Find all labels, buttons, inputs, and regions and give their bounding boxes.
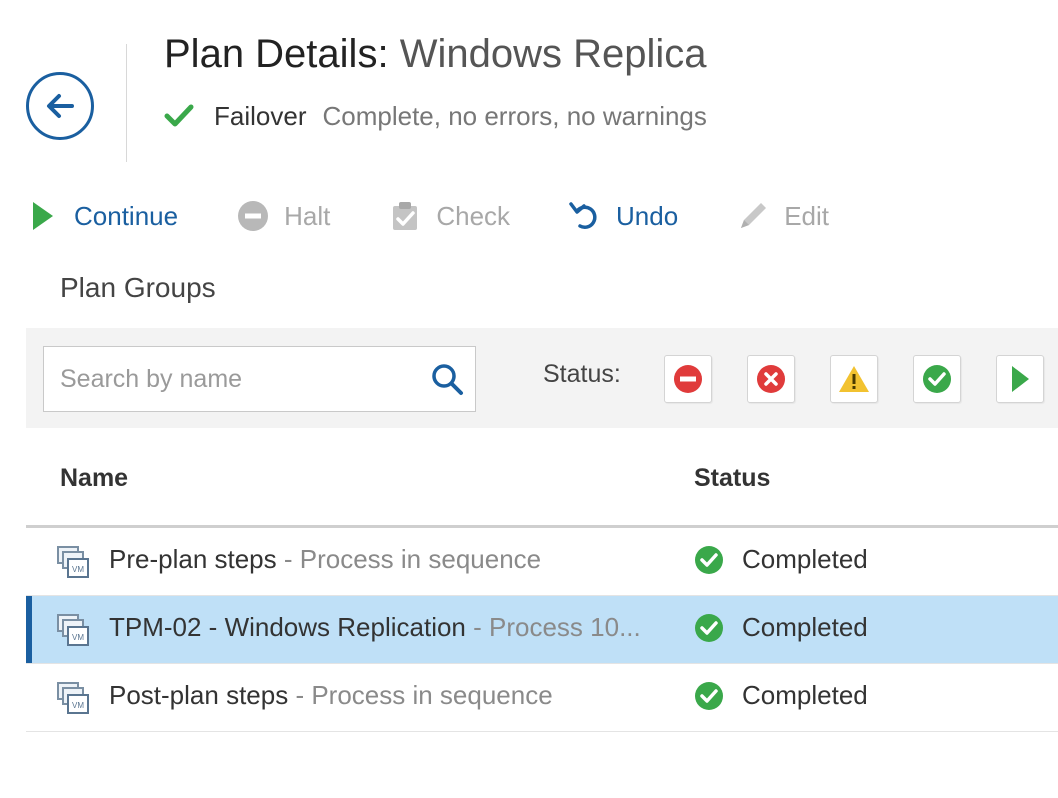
arrow-left-icon [47,94,74,118]
play-icon [1012,366,1029,392]
row-status: Completed [742,612,868,642]
clipboard-check-icon [388,199,422,233]
plan-name: Windows Replica [399,32,707,76]
error-x-icon [757,365,785,393]
search-box [43,346,476,412]
svg-text:VM: VM [72,701,84,710]
play-icon [26,199,60,233]
column-header-status[interactable]: Status [694,464,770,493]
row-status-cell: Completed [694,612,868,643]
warning-icon [839,366,869,392]
row-description: Process in sequence [299,544,542,574]
halt-icon [236,199,270,233]
undo-label: Undo [616,200,679,231]
row-description: Process 10... [489,612,641,642]
row-description: Process in sequence [311,680,553,710]
undo-icon [568,199,602,233]
filter-warning-button[interactable] [830,355,878,403]
row-name: Pre-plan steps [109,544,277,574]
row-name-cell: TPM-02 - Windows Replication - Process 1… [109,612,657,643]
check-circle-icon [695,545,723,574]
operation-status: Complete, no errors, no warnings [322,100,707,131]
halt-icon [674,365,702,393]
continue-label: Continue [74,200,179,231]
undo-button[interactable]: Undo [568,199,678,233]
filter-running-button[interactable] [996,355,1044,403]
check-circle-icon [695,681,723,710]
plan-groups-table: Name Status VM Pre-plan steps - Process … [26,450,1058,732]
vm-group-icon: VM [57,614,89,646]
row-status-cell: Completed [694,544,868,575]
vm-group-icon: VM [57,682,89,714]
row-status: Completed [742,544,868,574]
svg-text:VM: VM [72,565,84,574]
filter-error-button[interactable] [747,355,795,403]
header-divider [126,44,127,162]
check-label: Check [436,200,511,231]
title-prefix: Plan Details: [164,32,389,76]
search-icon[interactable] [429,361,465,397]
row-name: TPM-02 - Windows Replication [109,612,466,642]
filter-bar: Status: [26,328,1058,428]
table-row[interactable]: VM Post-plan steps - Process in sequence… [26,664,1058,732]
row-separator: - [288,680,312,710]
section-title: Plan Groups [60,272,216,303]
check-circle-icon [695,613,723,642]
pencil-icon [736,199,770,233]
edit-label: Edit [784,200,829,231]
check-circle-icon [923,365,951,393]
svg-text:VM: VM [72,633,84,642]
check-button[interactable]: Check [388,199,510,233]
checkmark-icon [164,104,194,127]
row-name-cell: Post-plan steps - Process in sequence [109,680,657,711]
table-row[interactable]: VM Pre-plan steps - Process in sequence … [26,528,1058,596]
row-status: Completed [742,680,868,710]
vm-group-icon: VM [57,546,89,578]
operation-label: Failover [214,100,307,131]
toolbar: Continue Halt Check Undo Edit [26,192,887,240]
table-row[interactable]: VM TPM-02 - Windows Replication - Proces… [26,596,1058,664]
edit-button[interactable]: Edit [736,199,829,233]
row-status-cell: Completed [694,680,868,711]
halt-button[interactable]: Halt [236,199,330,233]
plan-status-summary: Failover Complete, no errors, no warning… [164,98,707,134]
row-name: Post-plan steps [109,680,289,710]
continue-button[interactable]: Continue [26,199,178,233]
filter-completed-button[interactable] [913,355,961,403]
row-name-cell: Pre-plan steps - Process in sequence [109,544,657,575]
back-button[interactable] [26,72,94,140]
table-header: Name Status [26,450,1058,528]
page-title: Plan Details: Windows Replica [164,30,706,78]
row-separator: - [276,544,300,574]
search-input[interactable] [44,347,414,411]
filter-halted-button[interactable] [664,355,712,403]
row-separator: - [465,612,489,642]
column-header-name[interactable]: Name [60,464,128,493]
halt-label: Halt [284,200,331,231]
status-filter-label: Status: [543,360,621,388]
